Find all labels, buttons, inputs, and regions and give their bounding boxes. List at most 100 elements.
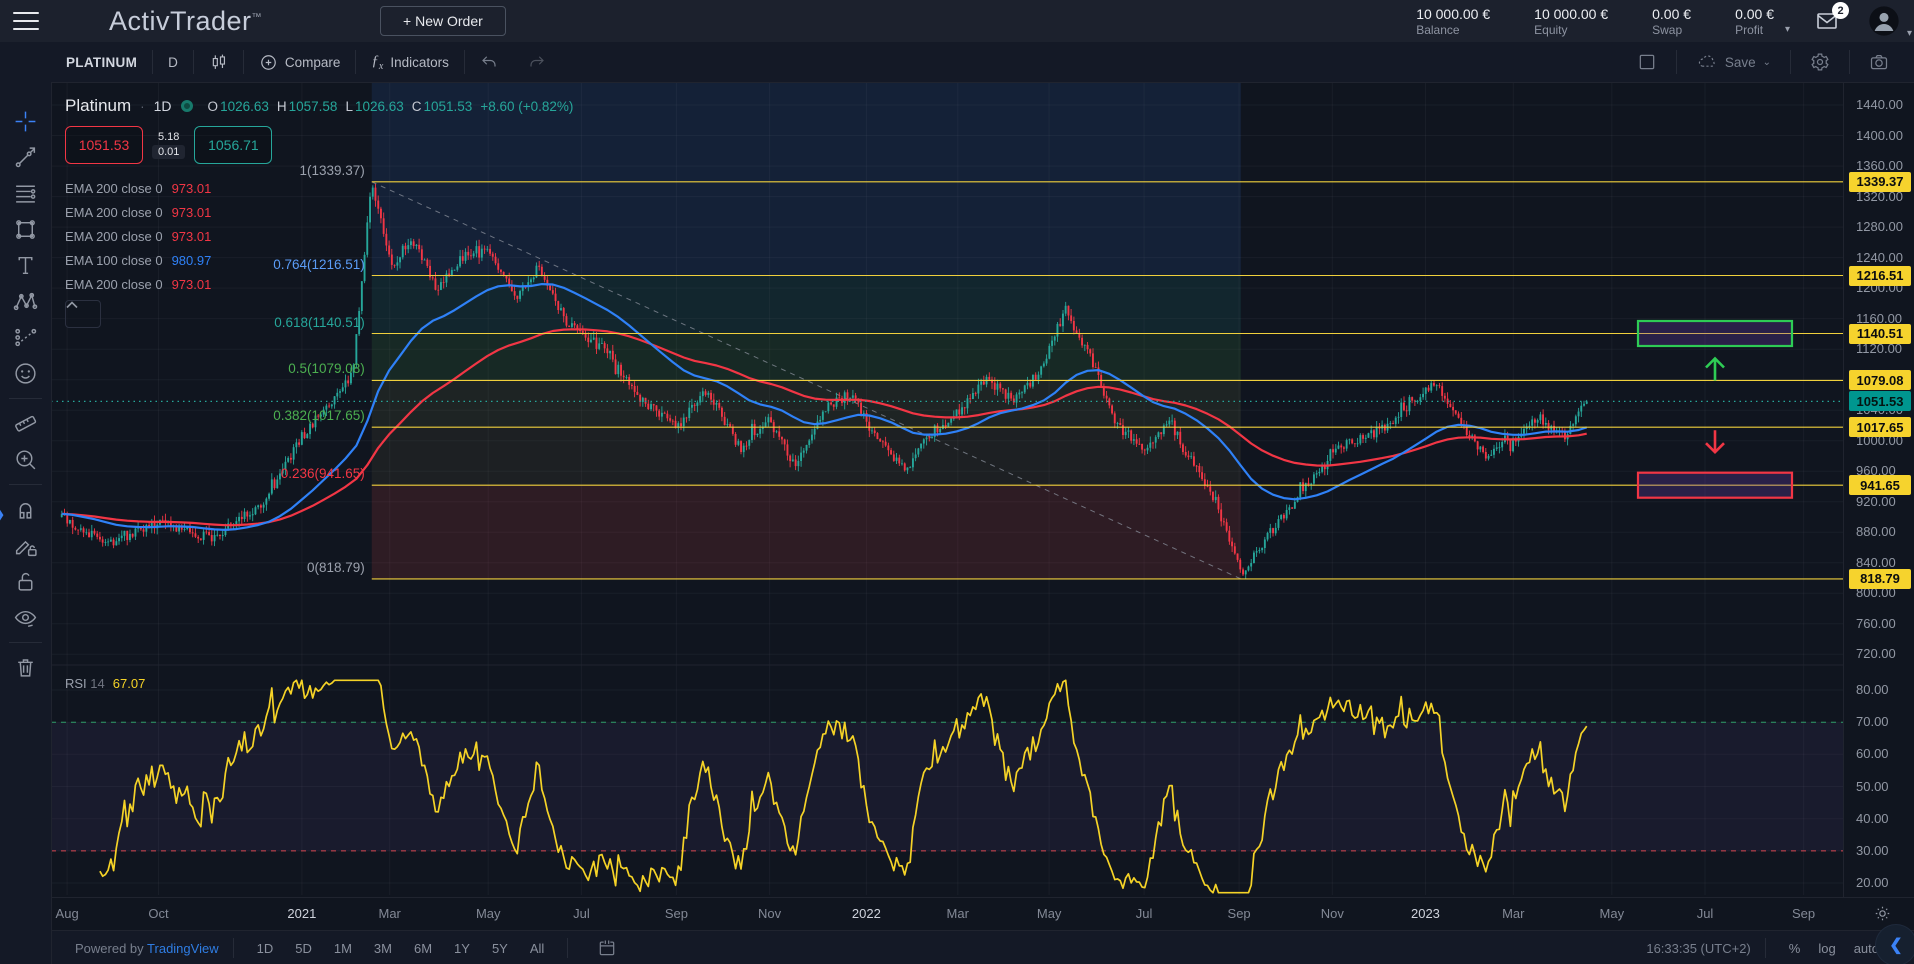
quote-panel: 1051.53 5.18 0.01 1056.71 xyxy=(65,126,272,164)
time-label-may: May xyxy=(1600,906,1625,921)
range-1d[interactable]: 1D xyxy=(248,938,283,959)
spread-low: 0.01 xyxy=(152,145,185,159)
fx-icon: ƒx xyxy=(371,53,383,72)
chart-settings-button[interactable] xyxy=(1795,49,1845,75)
account-stats: 10 000.00 €Balance10 000.00 €Equity0.00 … xyxy=(1416,6,1774,37)
range-1m[interactable]: 1M xyxy=(325,938,361,959)
indicator-row[interactable]: EMA 200 close 0973.01 xyxy=(65,176,211,200)
price-tick: 1240.00 xyxy=(1856,250,1903,265)
legend-symbol[interactable]: Platinum xyxy=(65,96,131,116)
indicator-row[interactable]: EMA 200 close 0973.01 xyxy=(65,224,211,248)
lock-all-icon xyxy=(13,569,38,594)
text-tool[interactable] xyxy=(8,250,42,280)
layout-square-icon xyxy=(1637,52,1657,72)
clock[interactable]: 16:33:35 (UTC+2) xyxy=(1646,941,1750,956)
forecast-tool[interactable] xyxy=(8,322,42,352)
chart-toolbar: PLATINUM D Compare ƒx Indicators xyxy=(51,42,1914,83)
range-5y[interactable]: 5Y xyxy=(483,938,517,959)
shapes-tool[interactable] xyxy=(8,214,42,244)
fib-price-tag: 1079.08 xyxy=(1849,370,1911,390)
account-stat-balance: 10 000.00 €Balance xyxy=(1416,6,1490,37)
new-order-button[interactable]: + New Order xyxy=(380,6,506,36)
app-header: ActivTrader™ + New Order 10 000.00 €Bala… xyxy=(0,0,1914,42)
time-label-sep: Sep xyxy=(665,906,688,921)
range-3m[interactable]: 3M xyxy=(365,938,401,959)
time-axis[interactable]: AugOct2021MarMayJulSepNov2022MarMayJulSe… xyxy=(51,897,1914,931)
expand-panel-icon[interactable]: ❯ xyxy=(0,505,6,523)
powered-by: Powered by TradingView xyxy=(75,941,219,956)
price-tick: 840.00 xyxy=(1856,555,1896,570)
time-label-oct: Oct xyxy=(148,906,168,921)
forecast-icon xyxy=(13,325,38,350)
fib-retracement-tool[interactable] xyxy=(8,178,42,208)
market-status-icon[interactable] xyxy=(181,100,193,112)
avatar-button[interactable]: ▾ xyxy=(1868,5,1900,37)
indicator-row[interactable]: EMA 200 close 0973.01 xyxy=(65,200,211,224)
hide-drawings-tool[interactable] xyxy=(8,602,42,632)
collapse-right-icon[interactable]: ❮ xyxy=(1876,925,1914,964)
goto-date-icon xyxy=(597,938,617,958)
candlestick-icon xyxy=(209,53,228,72)
indicator-row[interactable]: EMA 100 close 0980.97 xyxy=(65,248,211,272)
time-label-2022: 2022 xyxy=(852,906,881,921)
toolbar-divider xyxy=(9,642,42,643)
time-label-sep: Sep xyxy=(1792,906,1815,921)
scale-log[interactable]: log xyxy=(1809,938,1844,959)
rsi-tick: 80.00 xyxy=(1856,682,1889,697)
undo-button[interactable] xyxy=(465,49,513,75)
zoom-in-tool[interactable] xyxy=(8,444,42,474)
profit-caret-icon[interactable]: ▾ xyxy=(1785,24,1790,35)
range-1y[interactable]: 1Y xyxy=(445,938,479,959)
scale-percent[interactable]: % xyxy=(1780,938,1810,959)
sell-button[interactable]: 1051.53 xyxy=(65,126,143,164)
price-tick: 720.00 xyxy=(1856,646,1896,661)
compare-button[interactable]: Compare xyxy=(244,49,356,75)
time-label-may: May xyxy=(476,906,501,921)
tradingview-link[interactable]: TradingView xyxy=(147,941,219,956)
emoji-tool[interactable] xyxy=(8,358,42,388)
chart-legend: Platinum · 1D O1026.63H1057.58L1026.63C1… xyxy=(65,96,573,116)
stat-value: 0.00 € xyxy=(1652,6,1691,22)
measure-tool[interactable] xyxy=(8,408,42,438)
price-chart-canvas[interactable] xyxy=(51,82,1843,897)
measure-icon xyxy=(13,411,38,436)
redo-button[interactable] xyxy=(513,49,561,75)
drawing-toolbar xyxy=(0,42,52,964)
interval-button[interactable]: D xyxy=(153,49,193,75)
legend-interval[interactable]: 1D xyxy=(154,98,172,114)
mail-button[interactable]: 2 xyxy=(1814,9,1840,33)
range-all[interactable]: All xyxy=(521,938,553,959)
legend-ohlc: O1026.63H1057.58L1026.63C1051.53+8.60 (+… xyxy=(208,99,574,114)
time-label-nov: Nov xyxy=(1321,906,1344,921)
crosshair-tool[interactable] xyxy=(8,106,42,136)
rsi-tick: 50.00 xyxy=(1856,779,1889,794)
buy-button[interactable]: 1056.71 xyxy=(194,126,272,164)
theme-sun-icon[interactable] xyxy=(1873,904,1892,923)
rsi-legend: RSI 14 67.07 xyxy=(65,676,145,691)
range-6m[interactable]: 6M xyxy=(405,938,441,959)
snapshot-button[interactable] xyxy=(1854,49,1904,75)
indicators-button[interactable]: ƒx Indicators xyxy=(356,49,463,75)
drawing-lock-tool[interactable] xyxy=(8,530,42,560)
menu-icon[interactable] xyxy=(13,12,39,30)
indicator-row[interactable]: EMA 200 close 0973.01 xyxy=(65,272,211,296)
indicator-value: 973.01 xyxy=(172,181,212,196)
trend-line-tool[interactable] xyxy=(8,142,42,172)
rsi-tick: 20.00 xyxy=(1856,875,1889,890)
save-layout-button[interactable]: Save ⌄ xyxy=(1681,49,1786,75)
gear-icon xyxy=(1810,52,1830,72)
chart-pane[interactable]: 1(1339.37)0.764(1216.51)0.618(1140.51)0.… xyxy=(51,82,1843,897)
magnet-tool[interactable] xyxy=(8,494,42,524)
chart-style-button[interactable] xyxy=(194,49,243,75)
collapse-legend-button[interactable] xyxy=(65,300,101,328)
multichart-layout-button[interactable] xyxy=(1622,49,1672,75)
price-axis[interactable]: 1440.001400.001360.001320.001280.001240.… xyxy=(1843,82,1914,897)
rsi-value: 67.07 xyxy=(113,676,146,691)
goto-date-button[interactable] xyxy=(582,935,632,961)
symbol-button[interactable]: PLATINUM xyxy=(51,49,152,75)
toolbar-divider xyxy=(9,484,42,485)
xabcd-pattern-tool[interactable] xyxy=(8,286,42,316)
remove-drawings-tool[interactable] xyxy=(8,652,42,682)
lock-all-tool[interactable] xyxy=(8,566,42,596)
range-5d[interactable]: 5D xyxy=(286,938,321,959)
